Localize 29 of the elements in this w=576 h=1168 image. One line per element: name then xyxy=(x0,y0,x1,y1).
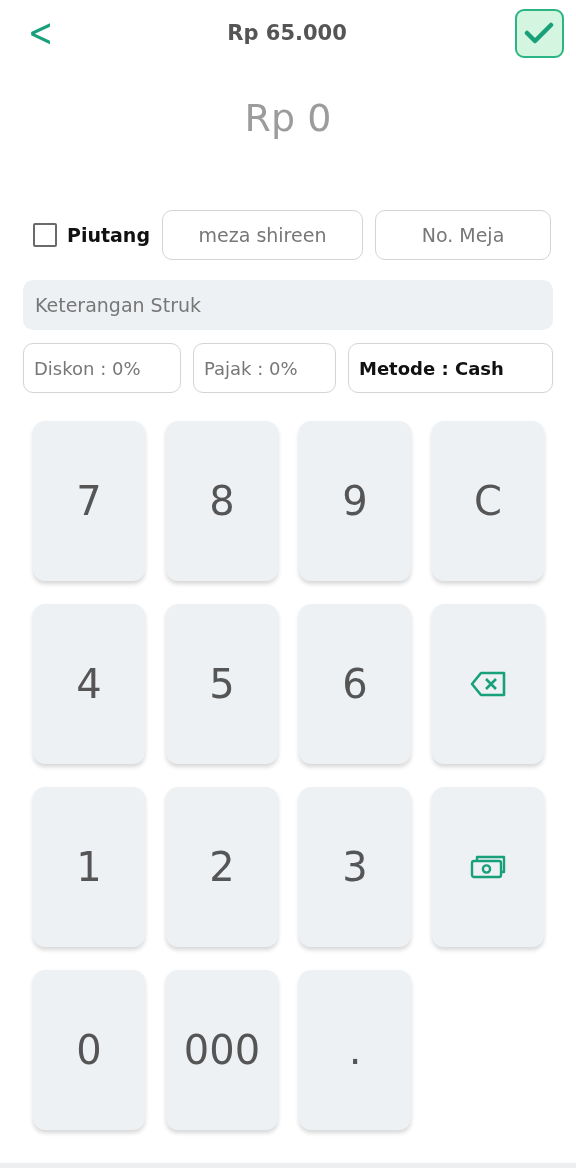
total-title: Rp 65.000 xyxy=(227,21,347,45)
receipt-note-field[interactable]: Keterangan Struk xyxy=(23,280,553,330)
keypad-key[interactable]: 4 xyxy=(33,604,145,764)
back-button[interactable]: < xyxy=(22,13,60,53)
option-button[interactable]: Diskon : 0% xyxy=(23,343,181,393)
backspace-key[interactable] xyxy=(432,604,544,764)
option-button[interactable]: Metode : Cash xyxy=(348,343,553,393)
cash-key[interactable] xyxy=(432,787,544,947)
keypad-key[interactable]: 6 xyxy=(299,604,411,764)
table-number-field[interactable]: No. Meja xyxy=(375,210,551,260)
keypad-key[interactable]: 8 xyxy=(166,421,278,581)
check-icon xyxy=(524,21,555,45)
cash-icon xyxy=(469,854,507,880)
keypad-key[interactable]: 9 xyxy=(299,421,411,581)
piutang-checkbox[interactable]: Piutang xyxy=(33,223,150,247)
backspace-icon xyxy=(469,670,507,698)
keypad-key[interactable]: 7 xyxy=(33,421,145,581)
keypad-key[interactable]: 3 xyxy=(299,787,411,947)
amount-display: Rp 0 xyxy=(243,96,333,142)
keypad-key[interactable]: 000 xyxy=(166,970,278,1130)
keypad-key[interactable]: 5 xyxy=(166,604,278,764)
customer-field[interactable]: meza shireen xyxy=(162,210,363,260)
keypad-key[interactable]: 1 xyxy=(33,787,145,947)
keypad-key[interactable]: 2 xyxy=(166,787,278,947)
keypad-key[interactable]: C xyxy=(432,421,544,581)
option-button[interactable]: Pajak : 0% xyxy=(193,343,336,393)
keypad-key[interactable]: 0 xyxy=(33,970,145,1130)
confirm-button[interactable] xyxy=(515,8,564,58)
keypad-key[interactable]: . xyxy=(299,970,411,1130)
